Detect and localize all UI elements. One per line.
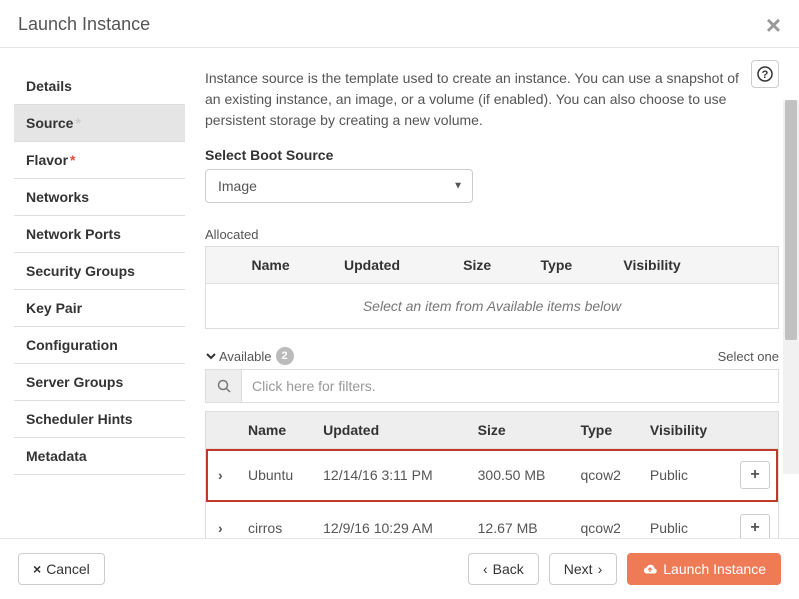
col-type[interactable]: Type — [573, 412, 642, 449]
sidebar-item-server-groups[interactable]: Server Groups — [14, 364, 185, 401]
next-button[interactable]: Next › — [549, 553, 617, 585]
required-icon: * — [75, 115, 80, 131]
cell-updated: 12/9/16 10:29 AM — [315, 502, 470, 538]
sidebar-item-scheduler-hints[interactable]: Scheduler Hints — [14, 401, 185, 438]
allocated-table: Name Updated Size Type Visibility Select… — [205, 246, 779, 329]
table-row[interactable]: › Ubuntu12/14/16 3:11 PM300.50 MBqcow2Pub… — [206, 449, 778, 502]
sidebar-item-flavor[interactable]: Flavor* — [14, 142, 185, 179]
available-table: Name Updated Size Type Visibility › Ubunt… — [205, 411, 779, 538]
cloud-upload-icon — [642, 563, 658, 575]
col-visibility: Visibility — [611, 247, 732, 284]
col-name: Name — [240, 247, 333, 284]
scrollbar[interactable] — [783, 100, 799, 474]
cell-visibility: Public — [642, 502, 732, 538]
expand-row-icon[interactable]: › — [214, 467, 227, 483]
allocated-label: Allocated — [205, 227, 258, 242]
back-button[interactable]: ‹ Back — [468, 553, 539, 585]
select-one-hint: Select one — [718, 349, 779, 364]
add-button[interactable]: + — [740, 514, 770, 538]
main-panel: ? Instance source is the template used t… — [185, 48, 799, 538]
cell-size: 12.67 MB — [470, 502, 573, 538]
col-type: Type — [529, 247, 612, 284]
cell-size: 300.50 MB — [470, 449, 573, 502]
col-size[interactable]: Size — [470, 412, 573, 449]
col-updated[interactable]: Updated — [315, 412, 470, 449]
available-toggle[interactable]: Available 2 — [205, 347, 294, 365]
filter-input[interactable] — [242, 370, 778, 402]
close-icon: × — [33, 561, 41, 577]
cell-visibility: Public — [642, 449, 732, 502]
sidebar-item-security-groups[interactable]: Security Groups — [14, 253, 185, 290]
cell-updated: 12/14/16 3:11 PM — [315, 449, 470, 502]
chevron-right-icon: › — [598, 561, 603, 577]
wizard-sidebar: DetailsSource*Flavor*NetworksNetwork Por… — [0, 48, 185, 538]
sidebar-item-key-pair[interactable]: Key Pair — [14, 290, 185, 327]
col-size: Size — [451, 247, 528, 284]
launch-instance-button[interactable]: Launch Instance — [627, 553, 781, 585]
chevron-left-icon: ‹ — [483, 561, 488, 577]
sidebar-item-metadata[interactable]: Metadata — [14, 438, 185, 475]
sidebar-item-configuration[interactable]: Configuration — [14, 327, 185, 364]
required-icon: * — [70, 152, 75, 168]
col-visibility[interactable]: Visibility — [642, 412, 732, 449]
help-button[interactable]: ? — [751, 60, 779, 88]
modal-title: Launch Instance — [18, 14, 150, 35]
cancel-button[interactable]: × Cancel — [18, 553, 105, 585]
cell-type: qcow2 — [573, 502, 642, 538]
search-icon[interactable] — [206, 370, 242, 402]
available-count-badge: 2 — [276, 347, 294, 365]
col-updated: Updated — [332, 247, 451, 284]
expand-row-icon[interactable]: › — [214, 520, 227, 536]
svg-text:?: ? — [762, 69, 769, 81]
sidebar-item-details[interactable]: Details — [14, 68, 185, 105]
boot-source-select[interactable]: Image — [205, 169, 473, 203]
allocated-empty: Select an item from Available items belo… — [206, 284, 779, 329]
description-text: Instance source is the template used to … — [205, 68, 779, 131]
sidebar-item-networks[interactable]: Networks — [14, 179, 185, 216]
cell-name: cirros — [240, 502, 315, 538]
add-button[interactable]: + — [740, 461, 770, 489]
cell-type: qcow2 — [573, 449, 642, 502]
sidebar-item-network-ports[interactable]: Network Ports — [14, 216, 185, 253]
sidebar-item-source[interactable]: Source* — [14, 105, 185, 142]
close-icon[interactable]: × — [766, 15, 781, 35]
table-row[interactable]: › cirros12/9/16 10:29 AM12.67 MBqcow2Publ… — [206, 502, 778, 538]
col-name[interactable]: Name — [240, 412, 315, 449]
cell-name: Ubuntu — [240, 449, 315, 502]
boot-source-label: Select Boot Source — [205, 147, 779, 163]
